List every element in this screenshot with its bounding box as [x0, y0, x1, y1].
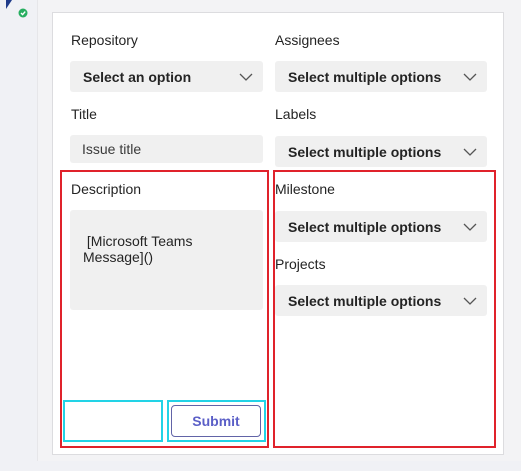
projects-value: Select multiple options: [288, 292, 442, 309]
app-logo-icon: [2, 0, 28, 20]
assignees-dropdown[interactable]: Select multiple options: [275, 61, 487, 92]
check-badge-icon: [18, 8, 28, 18]
submit-button[interactable]: Submit: [171, 405, 261, 437]
repository-value: Select an option: [83, 68, 192, 85]
chevron-down-icon: [463, 222, 477, 232]
chevron-down-icon: [463, 296, 477, 306]
milestone-value: Select multiple options: [288, 218, 442, 235]
title-label: Title: [71, 106, 97, 122]
blank-button[interactable]: [66, 403, 160, 439]
assignees-label: Assignees: [275, 32, 340, 48]
description-textarea[interactable]: [Microsoft Teams Message](): [70, 210, 263, 310]
projects-dropdown[interactable]: Select multiple options: [275, 285, 487, 316]
description-label: Description: [71, 181, 142, 197]
labels-label: Labels: [275, 106, 317, 122]
chevron-down-icon: [463, 147, 477, 157]
projects-label: Projects: [275, 256, 326, 272]
milestone-dropdown[interactable]: Select multiple options: [275, 211, 487, 242]
labels-dropdown[interactable]: Select multiple options: [275, 136, 487, 167]
repository-label: Repository: [71, 32, 138, 48]
labels-value: Select multiple options: [288, 143, 442, 160]
repository-dropdown[interactable]: Select an option: [70, 61, 263, 92]
milestone-label: Milestone: [275, 181, 335, 197]
chevron-down-icon: [463, 72, 477, 82]
title-input[interactable]: Issue title: [70, 135, 263, 163]
chevron-down-icon: [239, 72, 253, 82]
assignees-value: Select multiple options: [288, 68, 442, 85]
